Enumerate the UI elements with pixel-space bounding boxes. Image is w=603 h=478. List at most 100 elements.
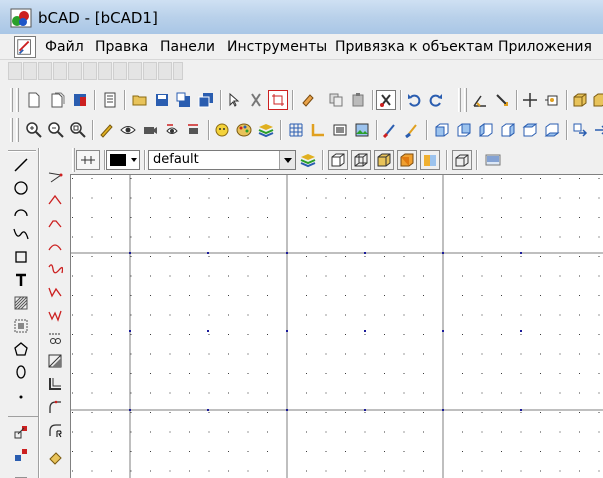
paste-button[interactable] <box>348 90 368 110</box>
circle-tool-button[interactable] <box>8 177 34 199</box>
measure-line-button[interactable] <box>492 90 512 110</box>
zoom-in-button[interactable] <box>24 120 44 140</box>
point-tool-button[interactable] <box>8 384 34 406</box>
empty-tool-slot[interactable] <box>128 62 142 80</box>
shaded-cube-button[interactable] <box>374 150 394 170</box>
crop-button[interactable] <box>268 90 288 110</box>
export-button[interactable] <box>570 120 590 140</box>
break-button[interactable] <box>42 304 68 326</box>
cut-edge-button[interactable] <box>42 327 68 349</box>
zoom-out-button[interactable] <box>46 120 66 140</box>
empty-tool-slot[interactable] <box>113 62 127 80</box>
copy-button[interactable] <box>326 90 346 110</box>
more-button[interactable] <box>592 90 603 110</box>
save-as-button[interactable] <box>174 90 194 110</box>
toolbar-grip[interactable] <box>10 118 13 142</box>
menu-file[interactable]: Файл <box>45 39 84 55</box>
toolbar-grip[interactable] <box>8 150 36 152</box>
empty-tool-slot[interactable] <box>173 62 183 80</box>
cut-button[interactable] <box>246 90 266 110</box>
fill-tool-button[interactable] <box>8 315 34 337</box>
layer-select[interactable]: default <box>148 150 296 170</box>
grid-button[interactable] <box>286 120 306 140</box>
menu-tools[interactable]: Инструменты <box>227 39 327 55</box>
zigzag-button[interactable] <box>42 281 68 303</box>
drawing-canvas[interactable] <box>70 174 603 478</box>
zoom-fit-button[interactable] <box>68 120 88 140</box>
line-tool-button[interactable] <box>8 154 34 176</box>
list-button[interactable] <box>100 90 120 110</box>
layers-stack-button[interactable] <box>298 150 318 170</box>
smiley-button[interactable] <box>212 120 232 140</box>
pencil-button[interactable] <box>96 120 116 140</box>
toolbar-grip[interactable] <box>464 88 467 112</box>
eye-button[interactable] <box>118 120 138 140</box>
save-button[interactable] <box>152 90 172 110</box>
view-left-button[interactable] <box>476 120 496 140</box>
toolbar-grip[interactable] <box>10 88 13 112</box>
chamfer-button[interactable] <box>42 212 68 234</box>
empty-tool-slot[interactable] <box>8 62 22 80</box>
box-outline-button[interactable] <box>452 150 472 170</box>
paint-button[interactable] <box>402 120 422 140</box>
layers-button[interactable] <box>256 120 276 140</box>
menu-panels[interactable]: Панели <box>160 39 215 55</box>
fillet-radius-button[interactable] <box>42 419 68 441</box>
view-bottom-button[interactable] <box>542 120 562 140</box>
save-all-button[interactable] <box>196 90 216 110</box>
arc-tool-button[interactable] <box>8 200 34 222</box>
redo-button[interactable] <box>426 90 446 110</box>
eraser-button[interactable] <box>298 90 318 110</box>
color-picker[interactable] <box>106 150 140 170</box>
color-cube-button[interactable] <box>420 150 440 170</box>
bcad-app-icon[interactable] <box>10 8 32 28</box>
explode-block-button[interactable] <box>8 444 34 466</box>
hatch-tool-button[interactable] <box>8 292 34 314</box>
brush-button[interactable] <box>380 120 400 140</box>
new-doc-button[interactable] <box>24 90 44 110</box>
more-button[interactable] <box>592 120 603 140</box>
menu-object-snap[interactable]: Привязка к объектам <box>335 39 493 55</box>
empty-tool-slot[interactable] <box>143 62 157 80</box>
select-button[interactable] <box>224 90 244 110</box>
ellipse-tool-button[interactable] <box>8 361 34 383</box>
camera-button[interactable] <box>140 120 160 140</box>
view-back-button[interactable] <box>454 120 474 140</box>
insert-block-button[interactable] <box>8 421 34 443</box>
clone-button[interactable] <box>376 90 396 110</box>
menu-edit[interactable]: Правка <box>95 39 148 55</box>
open-button[interactable] <box>130 90 150 110</box>
empty-tool-slot[interactable] <box>158 62 172 80</box>
empty-tool-slot[interactable] <box>83 62 97 80</box>
snap-point-button[interactable] <box>542 90 562 110</box>
menu-applications[interactable]: Приложения <box>498 39 592 55</box>
toolbar-grip[interactable] <box>458 88 461 112</box>
camera-rotate-button[interactable] <box>184 120 204 140</box>
toolbar-grip[interactable] <box>16 88 19 112</box>
crosshair-button[interactable] <box>520 90 540 110</box>
polygon-tool-button[interactable] <box>8 338 34 360</box>
chevron-down-icon[interactable] <box>279 151 295 169</box>
view-front-button[interactable] <box>432 120 452 140</box>
text-tool-button[interactable] <box>8 269 34 291</box>
empty-tool-slot[interactable] <box>98 62 112 80</box>
wire-cube-button[interactable] <box>351 150 371 170</box>
toolbar-grip[interactable] <box>16 118 19 142</box>
empty-tool-slot[interactable] <box>38 62 52 80</box>
paint-bucket-button[interactable] <box>42 447 68 469</box>
empty-tool-slot[interactable] <box>68 62 82 80</box>
document-menu-icon[interactable] <box>14 36 36 58</box>
toolbar-grip[interactable] <box>72 148 75 172</box>
rotate-edge-button[interactable] <box>42 350 68 372</box>
empty-tool-slot[interactable] <box>53 62 67 80</box>
layer-stamp-button[interactable] <box>76 150 100 170</box>
polyline-button[interactable] <box>42 166 68 188</box>
palette-button[interactable] <box>234 120 254 140</box>
undo-button[interactable] <box>404 90 424 110</box>
empty-tool-slot[interactable] <box>23 62 37 80</box>
table-tool-button[interactable] <box>8 467 34 478</box>
view-right-button[interactable] <box>498 120 518 140</box>
picture-button[interactable] <box>352 120 372 140</box>
bend-button[interactable] <box>42 235 68 257</box>
render-cube-button[interactable] <box>397 150 417 170</box>
